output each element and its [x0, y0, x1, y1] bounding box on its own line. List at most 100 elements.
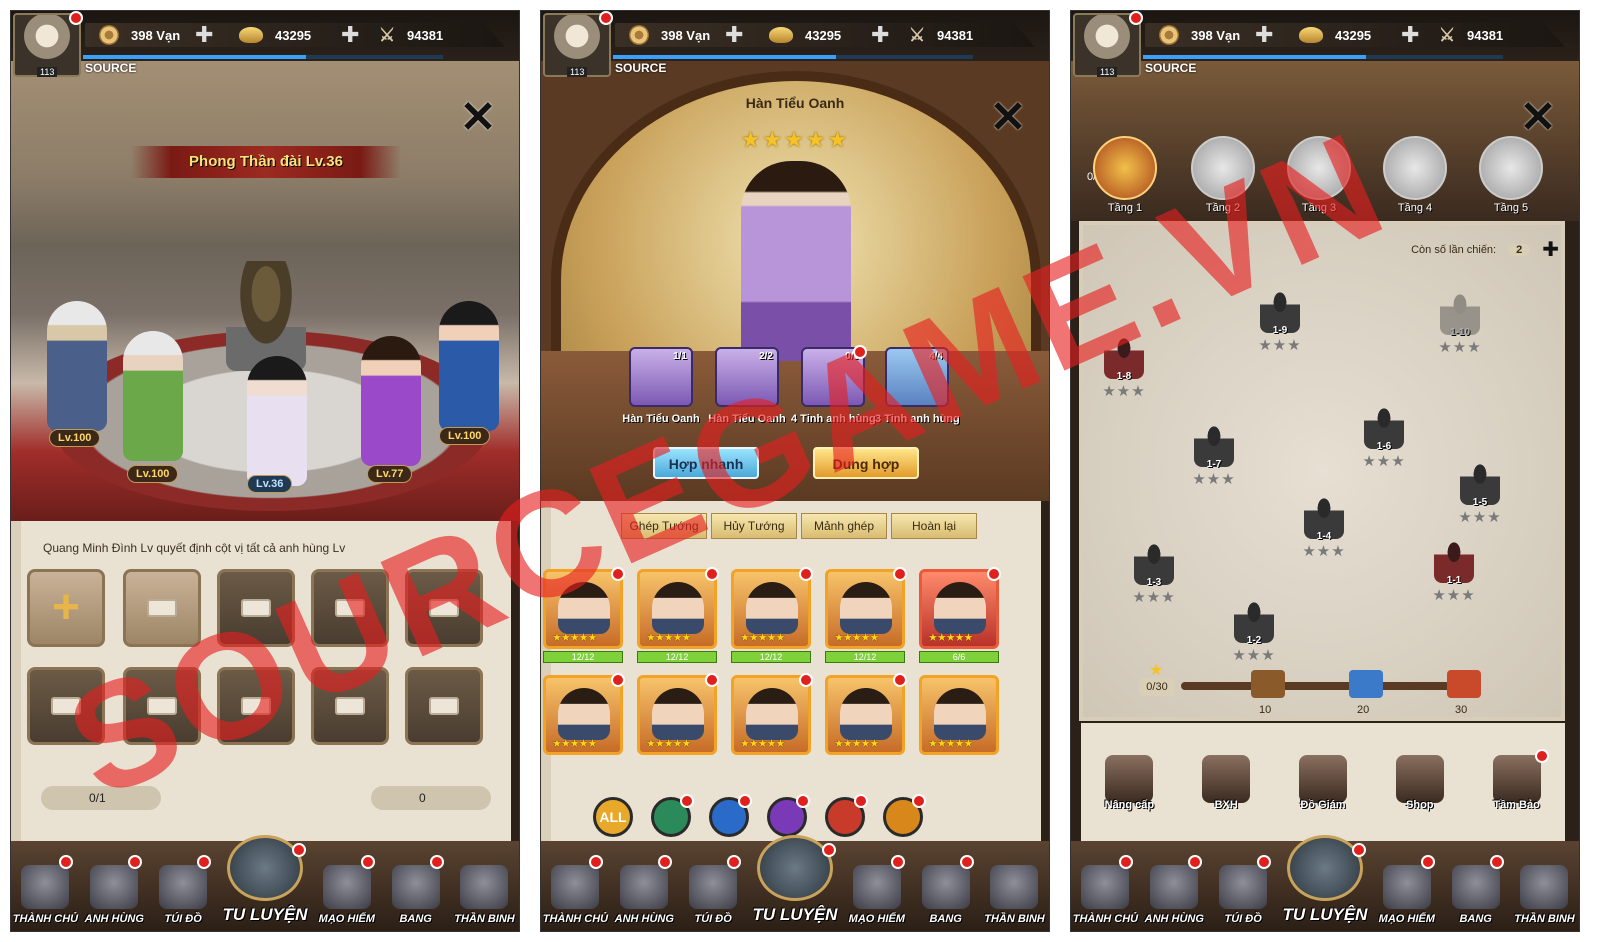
nav-tu-luyen[interactable]: TU LUYỆN [1280, 835, 1370, 925]
locked-slot[interactable] [217, 569, 295, 647]
nav-mao-hiem[interactable]: MẠO HIỂM [315, 847, 379, 925]
chest-icon[interactable] [1349, 670, 1383, 698]
hero-card[interactable]: ★★★★★ [637, 673, 719, 755]
hero-figure[interactable] [439, 301, 499, 431]
stage-node[interactable]: 1-10 ★★★ [1427, 291, 1493, 356]
stage-node[interactable]: 1-3 ★★★ [1121, 541, 1187, 606]
nav-than-binh[interactable]: THẦN BINH [1512, 847, 1576, 925]
locked-slot[interactable] [123, 667, 201, 745]
nav-mao-hiem[interactable]: MẠO HIỂM [845, 847, 909, 925]
close-icon[interactable]: ✕ [459, 96, 497, 140]
avatar[interactable]: 113 [543, 11, 613, 77]
locked-slot[interactable] [123, 569, 201, 647]
stage-node[interactable]: 1-7 ★★★ [1181, 423, 1247, 488]
locked-slot[interactable] [27, 667, 105, 745]
tab-ghep-tuong[interactable]: Ghép Tướng [621, 513, 707, 539]
hero-card[interactable]: ★★★★★ [919, 567, 1001, 649]
panel-phong-than: Phong Thần đài Lv.36 Lv.100 Lv.100 Lv.36… [10, 10, 520, 932]
hero-figure[interactable] [123, 331, 183, 461]
stage-node[interactable]: 1-8 ★★★ [1091, 335, 1157, 400]
filter-element-icon[interactable] [767, 794, 810, 837]
stage-node[interactable]: 1-4 ★★★ [1291, 495, 1357, 560]
nav-tui-do[interactable]: TÚI ĐỒ [151, 847, 215, 925]
catalog-button[interactable]: Đồ Giám [1291, 755, 1355, 811]
tab-huy-tuong[interactable]: Hủy Tướng [711, 513, 797, 539]
nav-anh-hung[interactable]: ANH HÙNG [612, 847, 676, 925]
hero-figure[interactable] [361, 336, 421, 466]
hero-card[interactable]: ★★★★★ [825, 567, 907, 649]
nav-bang[interactable]: BANG [1444, 847, 1508, 925]
filter-all-button[interactable]: ALL [593, 797, 633, 837]
material-slot[interactable]: 0/5 4 Tinh anh hùng [791, 345, 876, 425]
add-slot-button[interactable]: + [27, 569, 105, 647]
nav-thanh-chu[interactable]: THÀNH CHỦ [13, 847, 78, 925]
locked-slot[interactable] [217, 667, 295, 745]
filter-element-icon[interactable] [825, 794, 868, 837]
tab-hoan-lai[interactable]: Hoàn lại [891, 513, 977, 539]
shop-button[interactable]: Shop [1388, 755, 1452, 811]
locked-slot[interactable] [311, 667, 389, 745]
add-gold-button[interactable]: ✚ [871, 24, 889, 46]
hero-card[interactable]: ★★★★★ [543, 567, 625, 649]
tab-manh-ghep[interactable]: Mảnh ghép [801, 513, 887, 539]
floor-tab[interactable]: Tầng 1 [1089, 136, 1161, 214]
hero-card[interactable]: ★★★★★ [731, 673, 813, 755]
add-gold-button[interactable]: ✚ [341, 24, 359, 46]
material-slot[interactable]: 1/1 Hàn Tiểu Oanh [619, 347, 703, 425]
avatar[interactable]: 113 [1073, 11, 1143, 77]
close-icon[interactable]: ✕ [1519, 96, 1557, 140]
nav-tu-luyen[interactable]: TU LUYỆN [220, 835, 310, 925]
hero-card[interactable]: ★★★★★ [825, 673, 907, 755]
locked-slot[interactable] [405, 667, 483, 745]
hero-card[interactable]: ★★★★★ [637, 567, 719, 649]
add-gold-button[interactable]: ✚ [1401, 24, 1419, 46]
nav-than-binh[interactable]: THẦN BINH [982, 847, 1046, 925]
nav-anh-hung[interactable]: ANH HÙNG [1142, 847, 1206, 925]
stage-node[interactable]: 1-1 ★★★ [1421, 539, 1487, 604]
merge-button[interactable]: Dung hợp [813, 447, 919, 479]
stage-node[interactable]: 1-9 ★★★ [1247, 289, 1313, 354]
avatar[interactable]: 113 [13, 11, 83, 77]
hero-figure[interactable] [247, 356, 307, 486]
sword-icon [756, 835, 833, 901]
add-copper-button[interactable]: ✚ [725, 24, 743, 46]
upgrade-button[interactable]: Nâng cấp [1097, 755, 1161, 811]
material-slot[interactable]: 2/2 Hàn Tiểu Oanh [705, 347, 789, 425]
nav-anh-hung[interactable]: ANH HÙNG [82, 847, 146, 925]
locked-slot[interactable] [311, 569, 389, 647]
nav-than-binh[interactable]: THẦN BINH [452, 847, 516, 925]
floor-tab[interactable]: Tầng 3 [1283, 136, 1355, 214]
chest-icon[interactable] [1447, 670, 1481, 698]
floor-tab[interactable]: Tầng 4 [1379, 136, 1451, 214]
treasure-button[interactable]: Tầm Bảo [1485, 749, 1549, 811]
filter-element-icon[interactable] [651, 794, 694, 837]
filter-element-icon[interactable] [709, 794, 752, 837]
stage-node[interactable]: 1-6 ★★★ [1351, 405, 1417, 470]
ranking-button[interactable]: BXH [1194, 755, 1258, 811]
hero-card[interactable]: ★★★★★ [543, 673, 625, 755]
close-icon[interactable]: ✕ [989, 96, 1027, 140]
add-copper-button[interactable]: ✚ [195, 24, 213, 46]
quick-merge-button[interactable]: Hợp nhanh [653, 447, 759, 479]
hero-card[interactable]: ★★★★★ [731, 567, 813, 649]
hero-figure[interactable] [47, 301, 107, 431]
stage-node[interactable]: 1-5 ★★★ [1447, 461, 1513, 526]
nav-bang[interactable]: BANG [384, 847, 448, 925]
nav-tu-luyen[interactable]: TU LUYỆN [750, 835, 840, 925]
stage-node[interactable]: 1-2 ★★★ [1221, 599, 1287, 664]
chest-icon[interactable] [1251, 670, 1285, 698]
nav-mao-hiem[interactable]: MẠO HIỂM [1375, 847, 1439, 925]
nav-thanh-chu[interactable]: THÀNH CHỦ [1073, 847, 1138, 925]
lock-icon [147, 599, 177, 617]
floor-tab[interactable]: Tầng 2 [1187, 136, 1259, 214]
filter-element-icon[interactable] [883, 794, 926, 837]
material-slot[interactable]: 4/4 3 Tinh anh hùng [875, 347, 960, 425]
locked-slot[interactable] [405, 569, 483, 647]
nav-tui-do[interactable]: TÚI ĐỒ [1211, 847, 1275, 925]
add-copper-button[interactable]: ✚ [1255, 24, 1273, 46]
floor-tab[interactable]: Tầng 5 [1475, 136, 1547, 214]
nav-tui-do[interactable]: TÚI ĐỒ [681, 847, 745, 925]
hero-card[interactable]: ★★★★★ [919, 675, 999, 755]
nav-thanh-chu[interactable]: THÀNH CHỦ [543, 847, 608, 925]
nav-bang[interactable]: BANG [914, 847, 978, 925]
